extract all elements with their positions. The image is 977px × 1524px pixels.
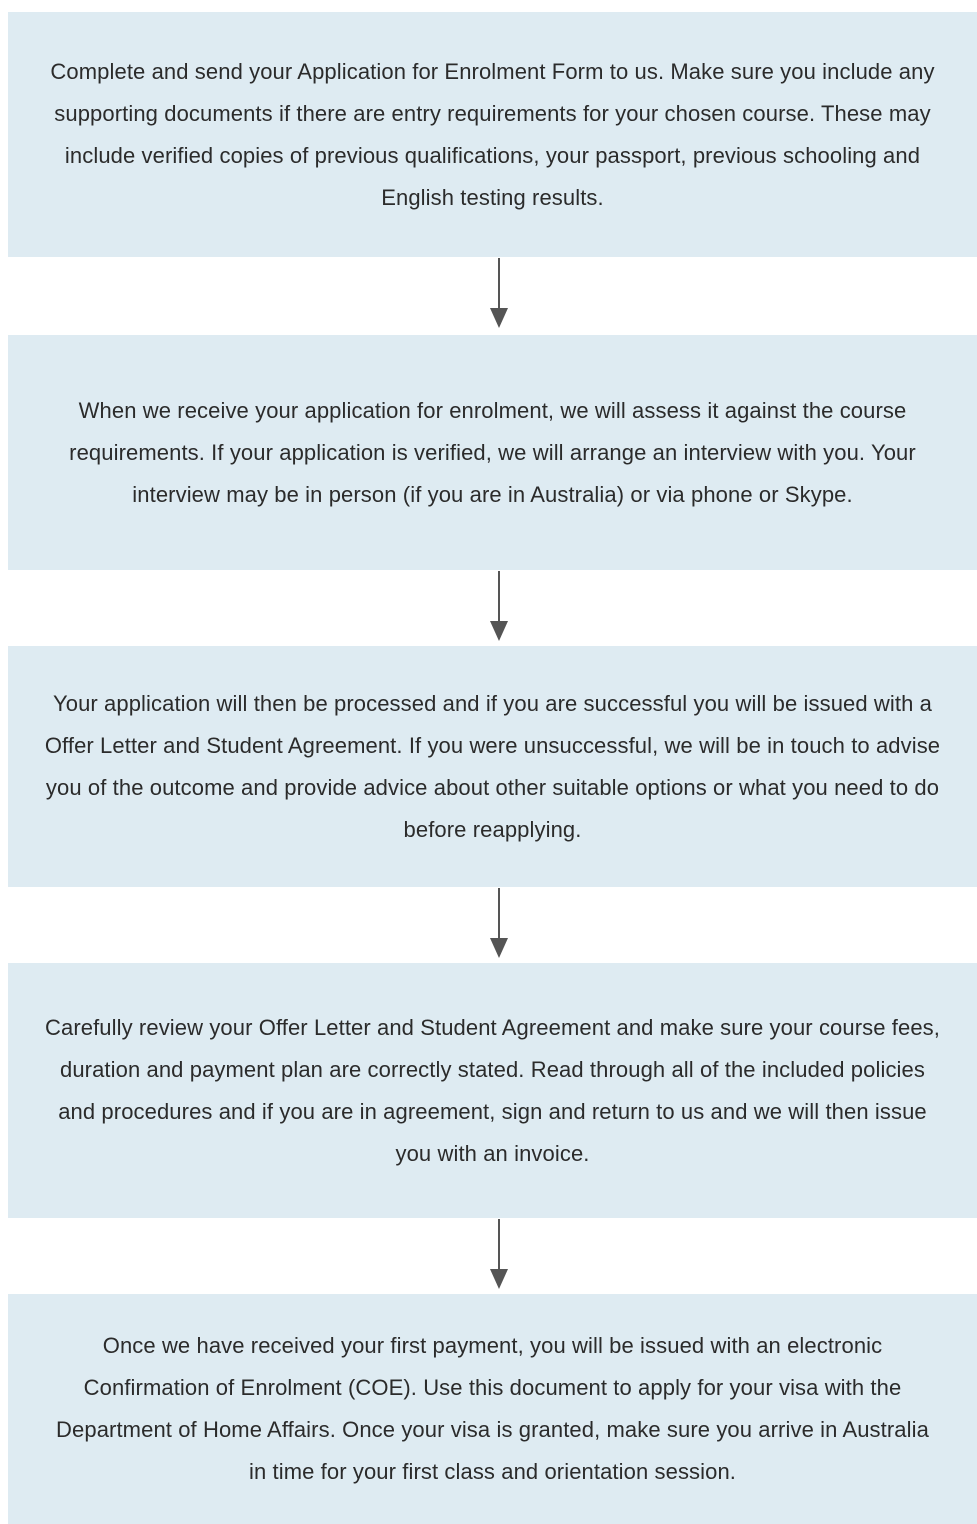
step-text-4: Carefully review your Offer Letter and S… <box>45 1014 940 1166</box>
arrow-down-icon <box>490 888 508 958</box>
step-box-2: When we receive your application for enr… <box>8 335 977 570</box>
step-box-1: Complete and send your Application for E… <box>8 12 977 257</box>
step-box-5: Once we have received your first payment… <box>8 1294 977 1524</box>
arrow-down-icon <box>490 258 508 328</box>
arrow-down-icon <box>490 571 508 641</box>
step-text-1: Complete and send your Application for E… <box>50 58 935 210</box>
arrow-down-icon <box>490 1219 508 1289</box>
step-text-3: Your application will then be processed … <box>44 690 941 842</box>
step-text-2: When we receive your application for enr… <box>69 397 916 507</box>
step-box-3: Your application will then be processed … <box>8 646 977 887</box>
step-text-5: Once we have received your first payment… <box>56 1333 929 1484</box>
step-box-4: Carefully review your Offer Letter and S… <box>8 963 977 1218</box>
